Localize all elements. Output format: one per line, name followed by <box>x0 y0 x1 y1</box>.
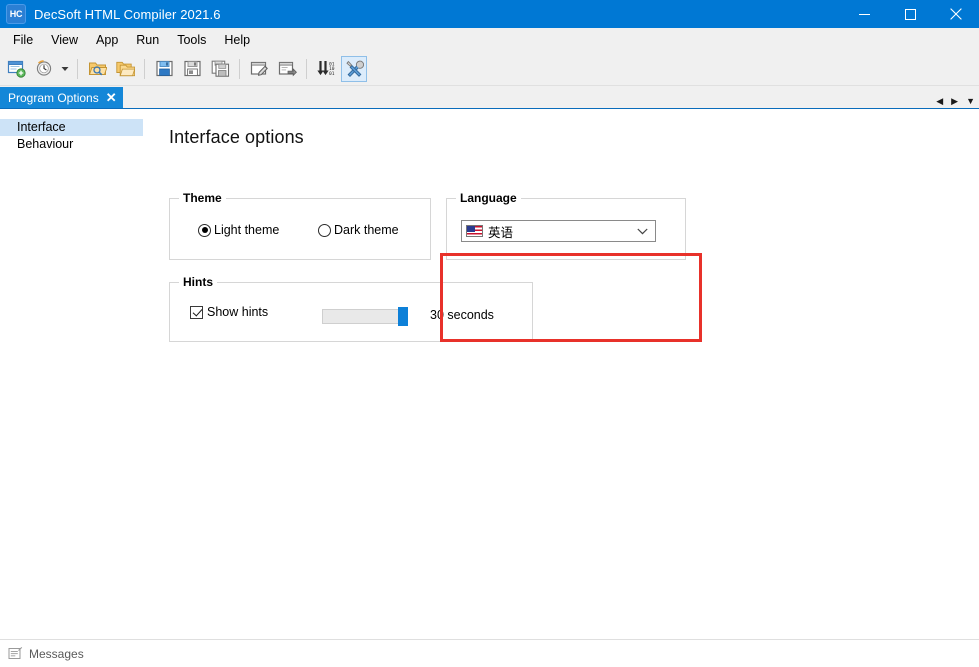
hints-group-title: Hints <box>179 275 217 289</box>
tab-strip: Program Options ✕ ◀ ▶ ▼ <box>0 86 979 110</box>
save-as-button[interactable] <box>179 56 205 82</box>
minimize-icon <box>859 9 870 20</box>
language-selected-value: 英语 <box>488 222 513 241</box>
maximize-button[interactable] <box>887 0 933 28</box>
compile-icon: 01 10 01 <box>317 59 336 78</box>
menu-item-help[interactable]: Help <box>215 29 259 51</box>
menu-item-run[interactable]: Run <box>127 29 168 51</box>
chevron-down-glyph <box>637 228 648 235</box>
toolbar-separator <box>77 59 78 79</box>
slider-track[interactable] <box>322 309 408 324</box>
title-bar: HC DecSoft HTML Compiler 2021.6 <box>0 0 979 28</box>
compile-button[interactable]: 01 10 01 <box>313 56 339 82</box>
edit-app-icon <box>250 59 269 78</box>
tab-list-icon[interactable]: ▼ <box>966 97 975 106</box>
show-hints-checkbox-indicator[interactable] <box>190 306 203 319</box>
toolbar-separator <box>144 59 145 79</box>
slider-thumb[interactable] <box>398 307 408 326</box>
radio-light-theme[interactable]: Light theme <box>198 223 279 237</box>
menu-item-app[interactable]: App <box>87 29 127 51</box>
minimize-button[interactable] <box>841 0 887 28</box>
us-flag-icon <box>466 225 483 237</box>
status-bar: Messages <box>0 639 979 667</box>
hints-duration-value: 30 seconds <box>430 308 494 322</box>
radio-dark-theme-indicator[interactable] <box>318 224 331 237</box>
messages-icon <box>8 646 23 661</box>
radio-dark-theme[interactable]: Dark theme <box>318 223 399 237</box>
app-icon: HC <box>6 4 26 24</box>
toolbar: 01 10 01 <box>0 52 979 86</box>
menu-item-view[interactable]: View <box>42 29 87 51</box>
tab-program-options[interactable]: Program Options ✕ <box>0 87 123 108</box>
program-options-button[interactable] <box>341 56 367 82</box>
open-app-icon <box>88 59 107 78</box>
window-title: DecSoft HTML Compiler 2021.6 <box>34 7 221 22</box>
language-select[interactable]: 英语 <box>461 220 656 242</box>
sidebar-item-behaviour[interactable]: Behaviour <box>0 136 143 153</box>
toolbar-separator <box>239 59 240 79</box>
sidebar-item-interface[interactable]: Interface <box>0 119 143 136</box>
status-messages-label: Messages <box>29 647 84 661</box>
new-app-icon <box>7 59 26 78</box>
theme-group-title: Theme <box>179 191 226 205</box>
hints-group: Hints Show hints 30 seconds <box>169 282 533 342</box>
tab-navigation: ◀ ▶ ▼ <box>936 97 975 106</box>
language-group: Language 英语 <box>446 198 686 260</box>
tab-next-icon[interactable]: ▶ <box>951 97 958 106</box>
close-icon <box>950 8 962 20</box>
program-options-icon <box>345 59 364 78</box>
open-app-button[interactable] <box>84 56 110 82</box>
recent-apps-dropdown-button[interactable] <box>58 56 72 82</box>
page-title: Interface options <box>169 127 979 148</box>
menu-item-tools[interactable]: Tools <box>168 29 215 51</box>
export-app-icon <box>278 59 297 78</box>
tab-prev-icon[interactable]: ◀ <box>936 97 943 106</box>
options-content: Interface options Theme Light theme Dark… <box>144 109 979 640</box>
radio-dark-theme-label: Dark theme <box>334 223 399 237</box>
hints-duration-slider[interactable] <box>322 307 408 325</box>
menu-item-file[interactable]: File <box>4 29 42 51</box>
chevron-down-icon[interactable] <box>637 224 648 238</box>
save-app-icon <box>155 59 174 78</box>
show-hints-checkbox[interactable]: Show hints <box>190 305 268 319</box>
language-group-title: Language <box>456 191 521 205</box>
theme-group: Theme Light theme Dark theme <box>169 198 431 260</box>
options-sidebar: Interface Behaviour <box>0 109 144 640</box>
recent-apps-icon <box>35 59 54 78</box>
menu-bar: File View App Run Tools Help <box>0 28 979 52</box>
status-messages[interactable]: Messages <box>8 646 84 661</box>
chevron-down-icon <box>61 66 69 72</box>
window-controls <box>841 0 979 28</box>
open-copy-button[interactable] <box>112 56 138 82</box>
export-app-button[interactable] <box>274 56 300 82</box>
save-as-icon <box>183 59 202 78</box>
save-all-icon <box>211 59 230 78</box>
close-button[interactable] <box>933 0 979 28</box>
radio-light-theme-indicator[interactable] <box>198 224 211 237</box>
save-all-button[interactable] <box>207 56 233 82</box>
tab-label: Program Options <box>8 91 99 105</box>
radio-light-theme-label: Light theme <box>214 223 279 237</box>
workspace: Interface Behaviour Interface options Th… <box>0 109 979 640</box>
maximize-icon <box>905 9 916 20</box>
tab-close-icon[interactable]: ✕ <box>106 91 117 104</box>
show-hints-label: Show hints <box>207 305 268 319</box>
svg-text:01: 01 <box>329 71 335 77</box>
new-app-button[interactable] <box>3 56 29 82</box>
toolbar-separator <box>306 59 307 79</box>
edit-app-button[interactable] <box>246 56 272 82</box>
recent-apps-button[interactable] <box>31 56 57 82</box>
save-app-button[interactable] <box>151 56 177 82</box>
open-copy-icon <box>116 59 135 78</box>
